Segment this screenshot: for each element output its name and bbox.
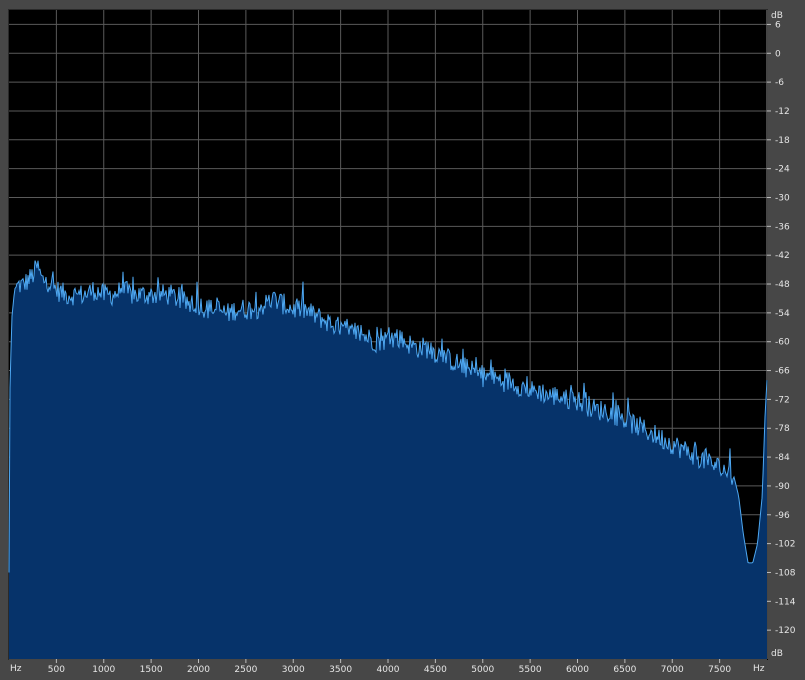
y-tick-label: -36 (775, 222, 790, 232)
x-tick-label: 7500 (708, 665, 731, 675)
y-tick-label: -72 (775, 395, 790, 405)
spectrum-window: 6 0 -6 -12 -18 -24 -30 -36 -42 -48 -54 -60 -66 -72 -78… (0, 0, 805, 680)
spectrum-chart: 6 0 -6 -12 -18 -24 -30 -36 -42 -48 -54 -60 -66 -72 -78… (8, 10, 796, 675)
y-tick-label: 0 (775, 49, 781, 59)
y-axis-unit-top: dB (771, 11, 783, 21)
y-tick-label: -120 (775, 626, 796, 636)
y-tick-label: -66 (775, 367, 790, 377)
y-tick-label: -30 (775, 193, 790, 203)
x-tick-label: 5500 (519, 665, 542, 675)
y-tick-label: -84 (775, 453, 790, 463)
x-tick-label: 3000 (282, 665, 305, 675)
x-axis-unit-right: Hz (753, 664, 765, 674)
x-tick-label: 7000 (661, 665, 684, 675)
y-tick-label: -90 (775, 482, 790, 492)
x-tick-label: 1500 (140, 665, 163, 675)
y-tick-label: -96 (775, 511, 790, 521)
x-tick-label: 500 (48, 665, 65, 675)
x-tick-label: 2500 (234, 665, 257, 675)
y-axis: 6 0 -6 -12 -18 -24 -30 -36 -42 -48 -54 -60 -66 -72 -78… (767, 20, 796, 636)
y-tick-label: -54 (775, 309, 790, 319)
y-tick-label: -24 (775, 165, 790, 175)
x-tick-label: 2000 (187, 665, 210, 675)
x-tick-label: 4500 (424, 665, 447, 675)
x-tick-label: 6000 (566, 665, 589, 675)
y-tick-label: -42 (775, 251, 790, 261)
y-tick-label: -114 (775, 597, 796, 607)
y-tick-label: -18 (775, 136, 790, 146)
x-tick-label: 1000 (92, 665, 115, 675)
y-tick-label: -48 (775, 280, 790, 290)
y-tick-label: -12 (775, 107, 790, 117)
y-tick-label: -108 (775, 568, 796, 578)
y-tick-label: -60 (775, 338, 790, 348)
y-axis-unit-bottom: dB (771, 649, 783, 659)
x-tick-label: 4000 (377, 665, 400, 675)
y-tick-label: -6 (775, 78, 784, 88)
x-tick-label: 5000 (471, 665, 494, 675)
x-axis-unit-left: Hz (10, 664, 22, 674)
y-tick-label: -102 (775, 540, 795, 550)
x-tick-label: 6500 (613, 665, 636, 675)
x-tick-label: 3500 (329, 665, 352, 675)
y-tick-label: 6 (775, 20, 781, 30)
y-tick-label: -78 (775, 424, 790, 434)
x-axis: 500 1000 1500 2000 2500 3000 3500 4000 4500 5000 5… (48, 659, 731, 675)
